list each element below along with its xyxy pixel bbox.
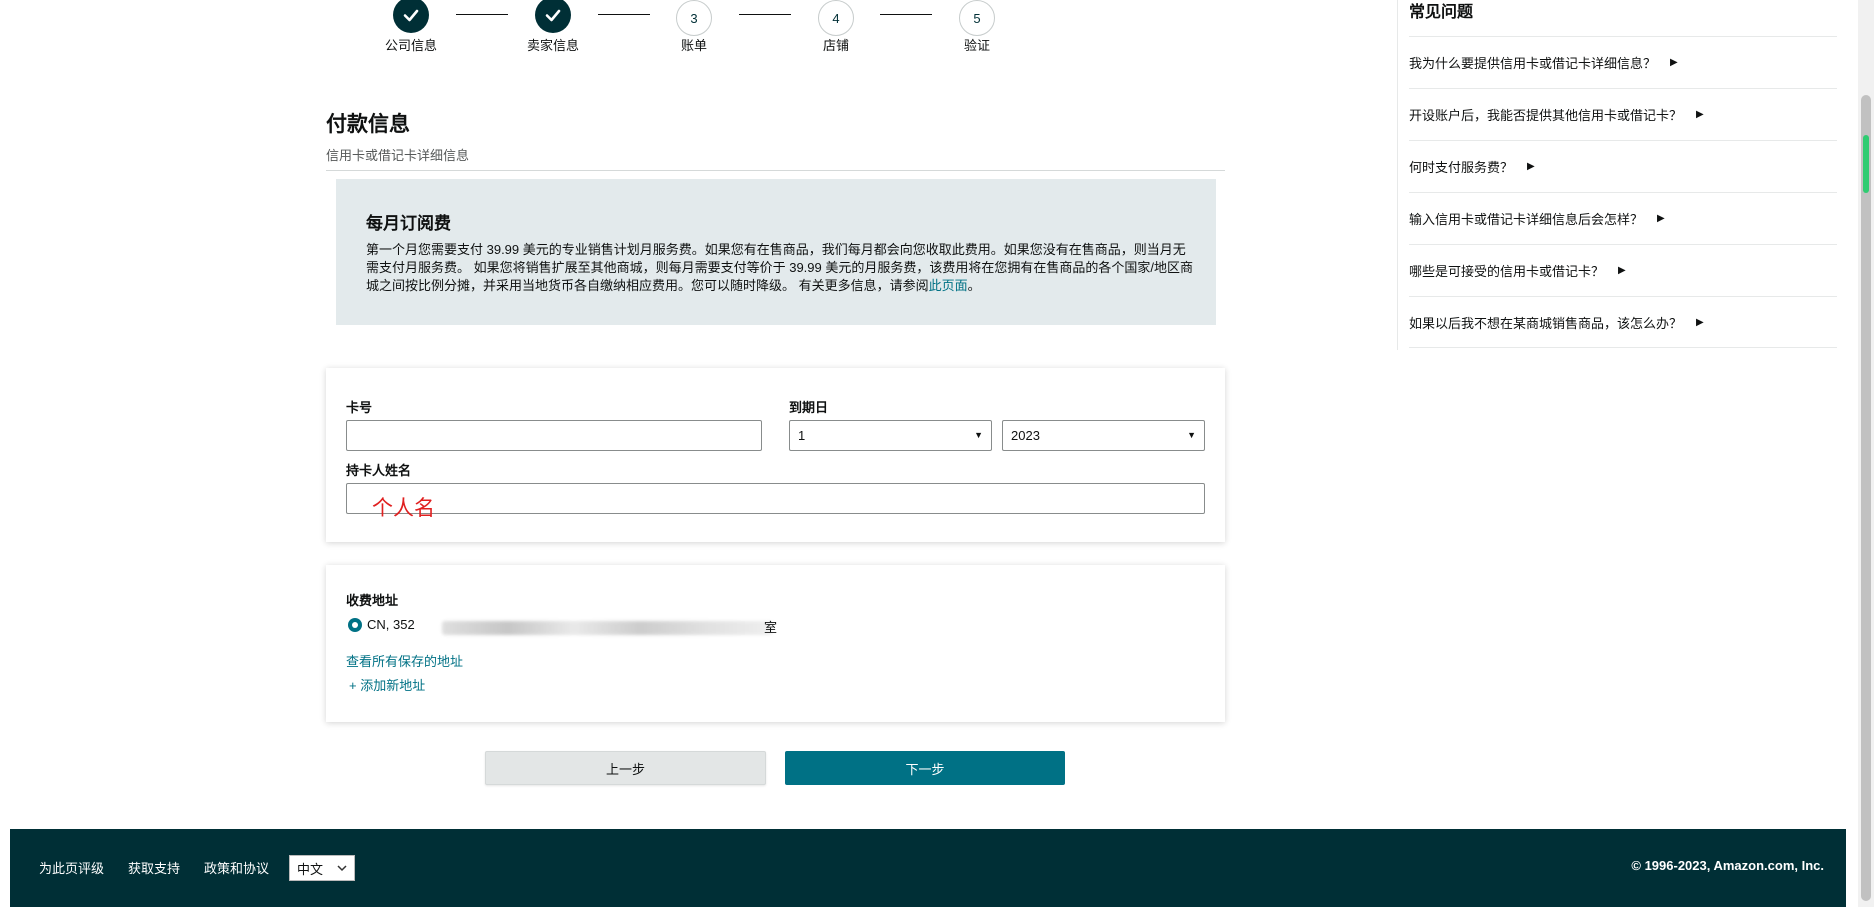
faq-question: 开设账户后，我能否提供其他信用卡或借记卡？ <box>1409 108 1683 123</box>
expand-arrow-icon: ▶ <box>1670 57 1678 68</box>
card-number-label: 卡号 <box>346 400 373 415</box>
view-saved-addresses-link[interactable]: 查看所有保存的地址 <box>346 651 463 670</box>
caret-down-icon: ▼ <box>974 430 983 440</box>
scrollbar-marker <box>1863 135 1869 193</box>
cardholder-input[interactable] <box>346 483 1205 514</box>
policy-link[interactable]: 政策和协议 <box>204 858 269 877</box>
faq-question: 哪些是可接受的信用卡或借记卡？ <box>1409 264 1605 279</box>
expiry-year-select[interactable]: 2023 ▼ <box>1002 420 1205 451</box>
faq-divider <box>1397 0 1398 350</box>
language-select[interactable]: 中文 <box>289 855 355 881</box>
chevron-down-icon <box>337 865 347 872</box>
step-connector <box>739 14 791 15</box>
faq-question: 如果以后我不想在某商城销售商品，该怎么办？ <box>1409 315 1683 331</box>
previous-button[interactable]: 上一步 <box>485 751 766 785</box>
notice-end: 。 <box>967 278 981 293</box>
step-connector <box>598 14 650 15</box>
expand-arrow-icon: ▶ <box>1618 265 1626 276</box>
faq-title: 常见问题 <box>1409 4 1474 21</box>
redacted-address <box>442 621 772 635</box>
step-4-label: 店铺 <box>822 38 849 53</box>
step-1-label: 公司信息 <box>384 38 437 53</box>
faq-item[interactable]: 何时支付服务费？ ▶ <box>1409 140 1837 192</box>
footer: 为此页评级 获取支持 政策和协议 中文 © 1996-2023, Amazon.… <box>10 829 1846 907</box>
page-title: 付款信息 <box>326 113 410 136</box>
scrollbar-thumb[interactable] <box>1861 95 1871 901</box>
address-option[interactable]: CN, 352 <box>348 617 415 632</box>
step-connector <box>456 14 508 15</box>
faq-question: 我为什么要提供信用卡或借记卡详细信息？ <box>1409 56 1657 71</box>
radio-selected-icon[interactable] <box>348 617 362 632</box>
notice-body: 第一个月您需要支付 39.99 美元的专业销售计划月服务费。如果您有在售商品，我… <box>366 241 1196 295</box>
expiry-month-select[interactable]: 1 ▼ <box>789 420 992 451</box>
expand-arrow-icon: ▶ <box>1527 161 1535 172</box>
expiry-month-value: 1 <box>798 428 806 443</box>
expand-arrow-icon: ▶ <box>1696 316 1704 328</box>
expand-arrow-icon: ▶ <box>1696 109 1704 120</box>
notice-title: 每月订阅费 <box>366 214 451 233</box>
step-5-label: 验证 <box>963 38 990 53</box>
next-button[interactable]: 下一步 <box>785 751 1065 785</box>
divider <box>326 170 1225 171</box>
step-connector <box>880 14 932 15</box>
address-suffix: 室 <box>764 620 778 635</box>
cardholder-label: 持卡人姓名 <box>346 463 412 478</box>
faq-item[interactable]: 开设账户后，我能否提供其他信用卡或借记卡？ ▶ <box>1409 88 1837 140</box>
step-1-check-icon <box>393 0 429 33</box>
faq-item[interactable]: 我为什么要提供信用卡或借记卡详细信息？ ▶ <box>1409 36 1837 88</box>
rate-page-link[interactable]: 为此页评级 <box>39 858 104 877</box>
notice-text: 第一个月您需要支付 39.99 美元的专业销售计划月服务费。如果您有在售商品，我… <box>366 242 1193 293</box>
step-4-number: 4 <box>818 0 854 36</box>
faq-item[interactable]: 输入信用卡或借记卡详细信息后会怎样？ ▶ <box>1409 192 1837 244</box>
faq-question: 输入信用卡或借记卡详细信息后会怎样？ <box>1409 212 1644 227</box>
step-3-number: 3 <box>676 0 712 36</box>
address-prefix: CN, 352 <box>367 617 415 632</box>
expiry-year-value: 2023 <box>1011 428 1040 443</box>
subscription-notice: 每月订阅费 第一个月您需要支付 39.99 美元的专业销售计划月服务费。如果您有… <box>336 179 1216 325</box>
step-5-number: 5 <box>959 0 995 36</box>
annotation-note: 个人名 <box>372 497 435 520</box>
add-address-link[interactable]: + 添加新地址 <box>349 675 425 694</box>
step-2-label: 卖家信息 <box>526 38 579 53</box>
card-form-panel: 卡号 到期日 1 ▼ 2023 ▼ 持卡人姓名 <box>326 368 1225 542</box>
faq-item[interactable]: 哪些是可接受的信用卡或借记卡？ ▶ <box>1409 244 1837 296</box>
copyright: © 1996-2023, Amazon.com, Inc. <box>1631 858 1824 873</box>
page-subtitle: 信用卡或借记卡详细信息 <box>326 148 470 163</box>
step-3-label: 账单 <box>680 38 707 53</box>
card-number-input[interactable] <box>346 420 762 451</box>
caret-down-icon: ▼ <box>1187 430 1196 440</box>
expiry-label: 到期日 <box>789 400 829 415</box>
faq-item[interactable]: 如果以后我不想在某商城销售商品，该怎么办？ ▶ <box>1409 296 1837 348</box>
notice-link[interactable]: 此页面 <box>929 278 968 293</box>
step-2-check-icon <box>535 0 571 33</box>
faq-question: 何时支付服务费？ <box>1409 160 1514 175</box>
language-value: 中文 <box>297 861 324 877</box>
billing-title: 收费地址 <box>346 593 399 608</box>
billing-address-panel: 收费地址 CN, 352 室 查看所有保存的地址 + 添加新地址 <box>326 565 1225 722</box>
get-support-link[interactable]: 获取支持 <box>128 858 180 877</box>
expand-arrow-icon: ▶ <box>1657 213 1665 224</box>
